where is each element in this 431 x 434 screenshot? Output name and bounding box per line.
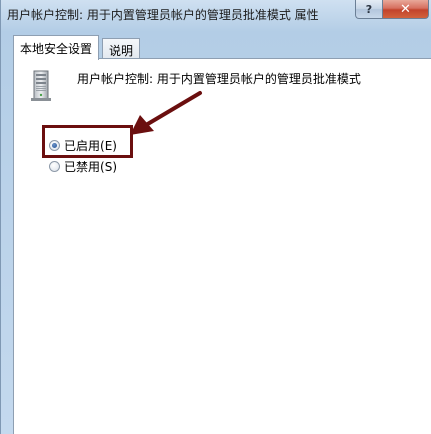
tab-panel: 用户帐户控制: 用于内置管理员帐户的管理员批准模式 已启用 (E) 已禁用 (S… [13,58,431,434]
radio-enabled[interactable]: 已启用 (E) [49,137,117,154]
close-button[interactable]: ✕ [383,0,429,19]
window-title: 用户帐户控制: 用于内置管理员帐户的管理员批准模式 属性 [7,8,319,22]
radio-disabled-accel: (S) [100,159,117,174]
radio-enabled-label: 已启用 [64,139,101,153]
tab-local-security-setting[interactable]: 本地安全设置 [13,35,100,60]
help-icon: ? [365,2,373,16]
properties-window: 用户帐户控制: 用于内置管理员帐户的管理员批准模式 属性 ? ✕ 本地安全设置 … [0,0,431,434]
radio-enabled-indicator[interactable] [49,140,60,151]
radio-enabled-accel: (E) [100,138,117,153]
radio-disabled-indicator[interactable] [49,161,60,172]
policy-name: 用户帐户控制: 用于内置管理员帐户的管理员批准模式 [77,72,361,86]
tab-explain[interactable]: 说明 [102,38,141,59]
radio-disabled-label: 已禁用 [64,160,101,174]
help-button[interactable]: ? [355,0,383,19]
title-bar[interactable]: 用户帐户控制: 用于内置管理员帐户的管理员批准模式 属性 ? ✕ [1,0,431,28]
title-buttons: ? ✕ [355,0,429,19]
radio-disabled[interactable]: 已禁用 (S) [49,158,117,175]
annotation-arrow-icon [130,91,202,135]
server-tower-icon [31,70,51,101]
close-icon: ✕ [400,1,411,17]
